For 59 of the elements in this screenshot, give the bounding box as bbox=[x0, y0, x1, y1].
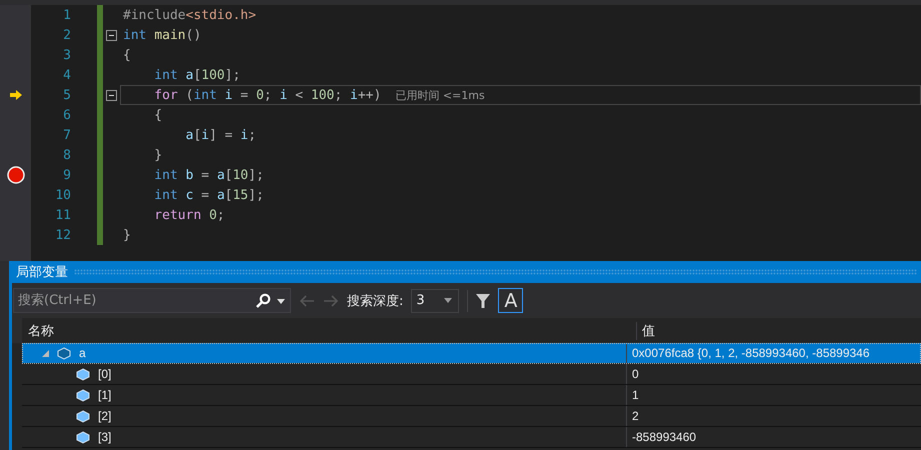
line-number: 10 bbox=[55, 188, 71, 202]
code-line: int a[100]; bbox=[153, 68, 240, 82]
code-line: } bbox=[153, 148, 162, 162]
search-icon[interactable] bbox=[255, 293, 271, 309]
line-number: 9 bbox=[63, 168, 71, 182]
variable-row[interactable]: [1] 1 bbox=[22, 385, 921, 406]
variable-icon bbox=[57, 346, 71, 360]
collapse-icon[interactable] bbox=[106, 90, 117, 100]
variable-value: -858993460 bbox=[632, 430, 696, 444]
line-number: 11 bbox=[55, 208, 71, 222]
line-number: 4 bbox=[63, 68, 71, 82]
elapsed-time-tip[interactable]: 已用时间 <=1ms bbox=[395, 88, 485, 102]
line-number: 8 bbox=[63, 148, 71, 162]
dropdown-caret-icon bbox=[444, 298, 452, 303]
variable-row[interactable]: a 0x0076fca8 {0, 1, 2, -858993460, -85899346 bbox=[22, 343, 921, 364]
collapse-icon[interactable] bbox=[106, 30, 117, 40]
line-number: 6 bbox=[63, 108, 71, 122]
variable-name: a bbox=[79, 346, 86, 360]
variable-row[interactable]: [0] 0 bbox=[22, 364, 921, 385]
variable-name: [2] bbox=[98, 409, 112, 423]
code-line: { bbox=[123, 48, 131, 62]
variable-value: 1 bbox=[632, 388, 639, 402]
variable-name: [0] bbox=[98, 367, 112, 381]
case-toggle-button[interactable]: A bbox=[498, 288, 524, 313]
code-line: int main() bbox=[123, 28, 202, 42]
line-number: 7 bbox=[63, 128, 71, 142]
filter-icon[interactable] bbox=[476, 292, 490, 308]
column-header[interactable]: 名称 bbox=[22, 322, 637, 340]
variable-icon bbox=[76, 410, 90, 422]
variable-icon bbox=[76, 388, 90, 402]
code-line: int b = a[10]; bbox=[153, 168, 264, 182]
panel-title: 局部变量 bbox=[15, 264, 69, 281]
depth-label: 搜索深度: bbox=[347, 292, 404, 310]
line-number: 12 bbox=[55, 228, 71, 242]
code-line: return 0; bbox=[153, 208, 225, 222]
breakpoint-icon[interactable] bbox=[6, 166, 24, 184]
code-line: a[i] = i; bbox=[184, 128, 256, 142]
variable-name: [3] bbox=[98, 430, 112, 444]
variable-value: 2 bbox=[632, 409, 639, 423]
variable-row[interactable]: [3] -858993460 bbox=[22, 427, 921, 448]
variable-value: 0x0076fca8 {0, 1, 2, -858993460, -85899346 bbox=[632, 346, 870, 360]
variable-icon bbox=[76, 430, 90, 444]
code-line: #include<stdio.h> bbox=[123, 8, 256, 22]
depth-dropdown[interactable]: 3 bbox=[411, 288, 460, 312]
code-line: int c = a[15]; bbox=[153, 188, 264, 202]
variable-value: 0 bbox=[632, 367, 639, 381]
dropdown-caret-icon[interactable] bbox=[277, 298, 285, 304]
code-line: for (int i = 0; i < 100; i++) bbox=[153, 88, 382, 102]
line-number: 2 bbox=[63, 28, 71, 42]
search-field[interactable]: 搜索(Ctrl+E) bbox=[13, 288, 291, 313]
line-number: 3 bbox=[63, 48, 71, 62]
code-line: { bbox=[153, 108, 162, 122]
line-number: 1 bbox=[63, 8, 71, 22]
variable-row[interactable]: [2] 2 bbox=[22, 406, 921, 427]
variable-name: [1] bbox=[98, 388, 112, 402]
line-number: 5 bbox=[63, 88, 71, 102]
variable-icon bbox=[76, 368, 90, 380]
column-header[interactable]: 值 bbox=[637, 322, 655, 340]
code-line: } bbox=[123, 228, 131, 242]
